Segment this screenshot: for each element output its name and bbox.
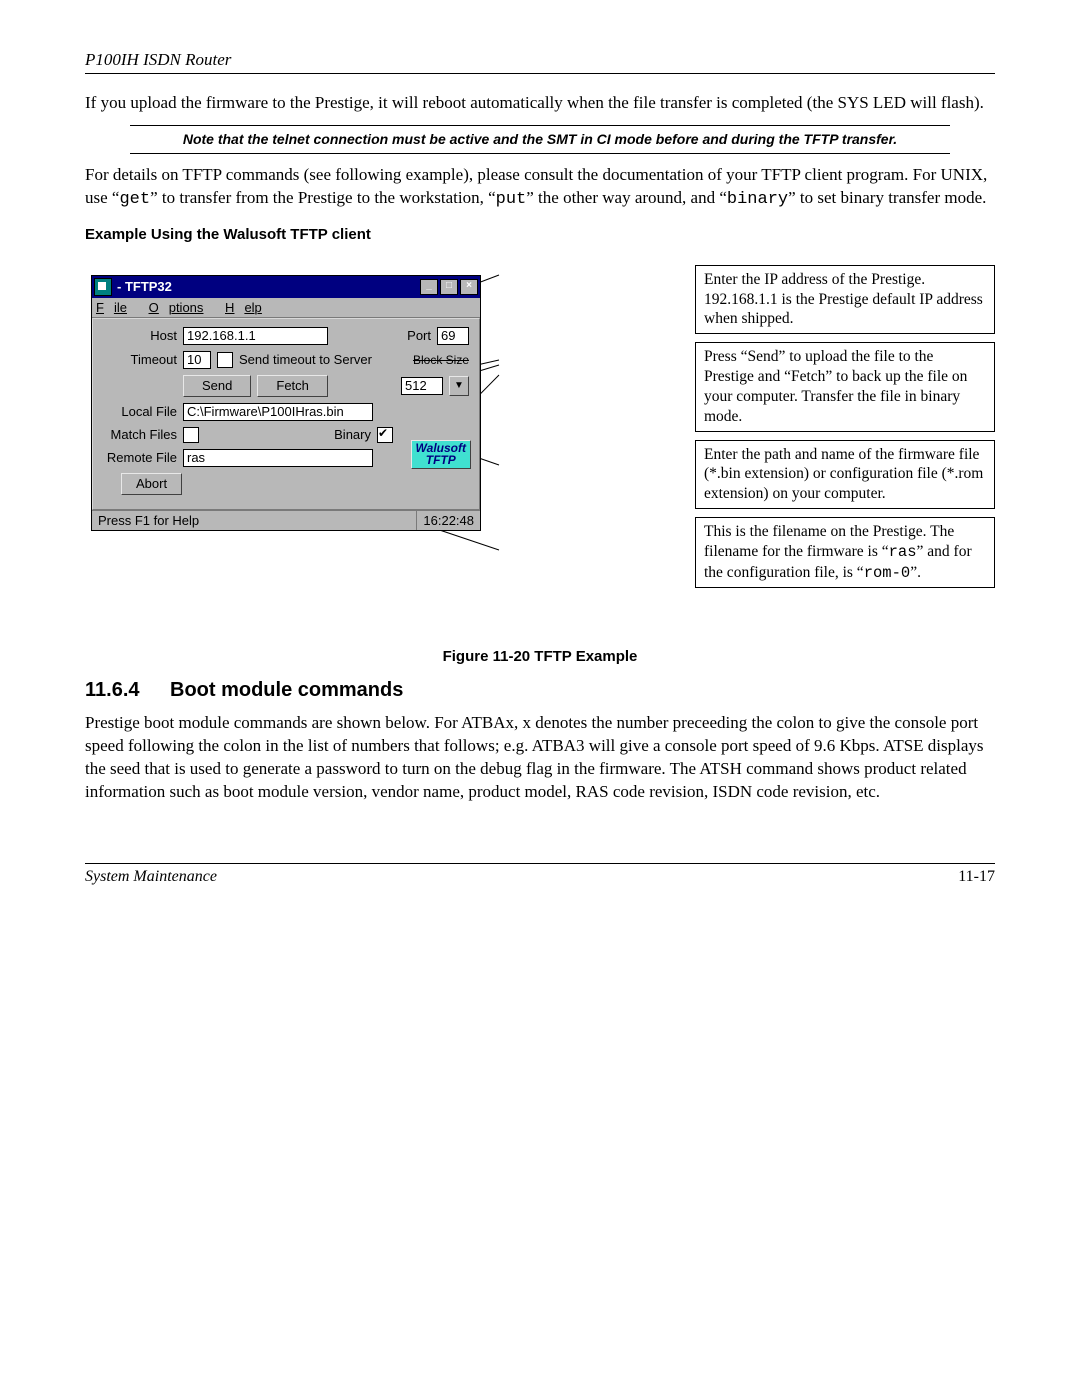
callout-remote-file: This is the filename on the Prestige. Th… xyxy=(695,517,995,588)
menubar: File Options Help xyxy=(92,298,480,318)
section-number: 11.6.4 xyxy=(85,679,170,702)
text-run: ” to transfer from the Prestige to the w… xyxy=(150,188,496,207)
document-header: P100IH ISDN Router xyxy=(85,50,995,74)
text-run: ”. xyxy=(910,564,921,581)
match-files-checkbox[interactable] xyxy=(183,427,199,443)
match-files-label: Match Files xyxy=(103,427,177,442)
text-run: ” the other way around, and “ xyxy=(526,188,727,207)
brand-line: TFTP xyxy=(416,454,466,467)
minimize-button[interactable]: _ xyxy=(420,279,438,295)
statusbar: Press F1 for Help 16:22:48 xyxy=(92,510,480,530)
code-run: get xyxy=(119,190,150,209)
main-panel: Host Port Timeout Send timeout to Server… xyxy=(92,318,480,510)
status-time: 16:22:48 xyxy=(416,511,480,530)
port-label: Port xyxy=(407,328,431,343)
figure-tftp-example: - TFTP32 _ □ × File Options Help Host Po… xyxy=(85,265,995,630)
body-paragraph: If you upload the firmware to the Presti… xyxy=(85,92,995,115)
callout-local-file: Enter the path and name of the firmware … xyxy=(695,440,995,509)
binary-checkbox[interactable] xyxy=(377,427,393,443)
callout-ip-address: Enter the IP address of the Prestige. 19… xyxy=(695,265,995,334)
app-icon xyxy=(94,278,112,296)
port-input[interactable] xyxy=(437,327,469,345)
titlebar[interactable]: - TFTP32 _ □ × xyxy=(92,276,480,298)
section-heading: 11.6.4Boot module commands xyxy=(85,679,995,702)
menu-file[interactable]: File xyxy=(96,300,137,315)
footer-chapter: System Maintenance xyxy=(85,868,217,886)
body-paragraph: For details on TFTP commands (see follow… xyxy=(85,164,995,212)
send-button[interactable]: Send xyxy=(183,375,251,397)
callout-send-fetch: Press “Send” to upload the file to the P… xyxy=(695,342,995,431)
notice-banner: Note that the telnet connection must be … xyxy=(130,125,950,154)
close-button[interactable]: × xyxy=(460,279,478,295)
remote-file-input[interactable] xyxy=(183,449,373,467)
tftp-window: - TFTP32 _ □ × File Options Help Host Po… xyxy=(91,275,481,531)
brand-badge: Walusoft TFTP xyxy=(411,440,471,469)
maximize-button[interactable]: □ xyxy=(440,279,458,295)
code-run: rom-0 xyxy=(864,564,911,582)
block-size-dropdown-icon[interactable]: ▼ xyxy=(449,376,469,396)
block-size-label: Block Size xyxy=(413,353,469,367)
figure-caption: Figure 11-20 TFTP Example xyxy=(85,648,995,665)
block-size-input[interactable] xyxy=(401,377,443,395)
footer-page-number: 11-17 xyxy=(958,868,995,886)
abort-button[interactable]: Abort xyxy=(121,473,182,495)
host-input[interactable] xyxy=(183,327,328,345)
remote-file-label: Remote File xyxy=(103,450,177,465)
body-paragraph: Prestige boot module commands are shown … xyxy=(85,712,995,804)
text-run: ” to set binary transfer mode. xyxy=(788,188,986,207)
fetch-button[interactable]: Fetch xyxy=(257,375,328,397)
local-file-input[interactable] xyxy=(183,403,373,421)
document-footer: System Maintenance 11-17 xyxy=(85,863,995,886)
host-label: Host xyxy=(103,328,177,343)
send-timeout-checkbox[interactable] xyxy=(217,352,233,368)
code-run: ras xyxy=(889,543,917,561)
code-run: put xyxy=(496,190,527,209)
status-text: Press F1 for Help xyxy=(92,511,205,530)
window-title: - TFTP32 xyxy=(115,279,420,294)
section-title: Boot module commands xyxy=(170,679,403,701)
local-file-label: Local File xyxy=(103,404,177,419)
code-run: binary xyxy=(727,190,788,209)
example-heading: Example Using the Walusoft TFTP client xyxy=(85,226,995,243)
menu-options[interactable]: Options xyxy=(149,300,214,315)
timeout-input[interactable] xyxy=(183,351,211,369)
menu-help[interactable]: Help xyxy=(225,300,272,315)
send-timeout-label: Send timeout to Server xyxy=(239,352,372,367)
binary-label: Binary xyxy=(334,427,371,442)
timeout-label: Timeout xyxy=(103,352,177,367)
